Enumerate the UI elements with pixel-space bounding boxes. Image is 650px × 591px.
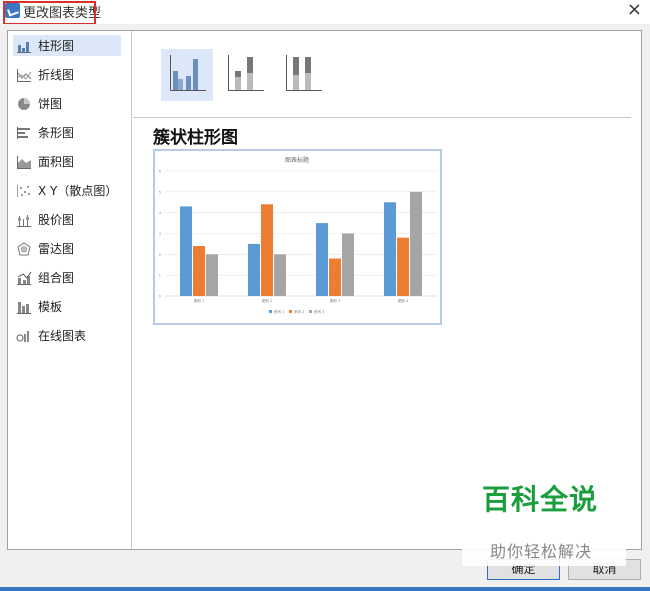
radar-chart-icon bbox=[17, 241, 31, 255]
preview-legend-swatch bbox=[269, 310, 272, 313]
watermark: 百科全说 助你轻松解决 bbox=[462, 476, 626, 566]
stacked-column-icon bbox=[228, 55, 264, 91]
sidebar-item-label: 面积图 bbox=[38, 155, 75, 169]
sidebar-item-label: 条形图 bbox=[38, 126, 75, 140]
preview-bar bbox=[342, 233, 354, 296]
line-chart-icon bbox=[17, 68, 32, 82]
sidebar-item-bar[interactable]: 条形图 bbox=[13, 122, 121, 143]
bar-chart-icon bbox=[17, 126, 30, 139]
watermark-subtitle: 助你轻松解决 bbox=[490, 542, 593, 561]
chart-type-sidebar: 柱形图 折线图 饼图 条形图 面积图 X Y（散点图） 股价图 雷达图 组合图 … bbox=[8, 31, 132, 549]
stacked-column-option[interactable] bbox=[219, 49, 271, 101]
preview-y-tick: 5 bbox=[159, 190, 161, 194]
sidebar-item-scatter[interactable]: X Y（散点图） bbox=[13, 180, 121, 201]
preview-legend-label: 系列 3 bbox=[314, 309, 324, 314]
preview-chart: 图表标题 0 1 2 3 4 5 6 类别 1 类别 2 类别 3 类别 4 系列 1 系列 2 系列… bbox=[159, 156, 437, 314]
sidebar-item-radar[interactable]: 雷达图 bbox=[13, 238, 121, 259]
sidebar-item-label: X Y（散点图） bbox=[38, 184, 118, 198]
preview-chart-title: 图表标题 bbox=[285, 156, 309, 164]
combo-chart-icon bbox=[17, 271, 32, 285]
template-icon bbox=[17, 301, 31, 314]
sidebar-item-area[interactable]: 面积图 bbox=[13, 151, 121, 172]
percent-stacked-column-option[interactable] bbox=[277, 49, 329, 101]
sidebar-item-label: 股价图 bbox=[38, 213, 75, 227]
preview-y-tick: 6 bbox=[159, 170, 161, 174]
chart-detail-panel: 簇状柱形图 图表标题 0 1 2 3 4 5 6 类别 1 类别 2 类别 3 类别 4 系列 1… bbox=[133, 31, 641, 549]
clustered-column-icon bbox=[170, 55, 206, 91]
bottom-accent-line bbox=[0, 587, 650, 591]
title-highlight-box bbox=[3, 1, 96, 25]
preview-legend-swatch bbox=[289, 310, 292, 313]
stock-chart-icon bbox=[17, 214, 31, 227]
sidebar-item-combo[interactable]: 组合图 bbox=[13, 267, 121, 288]
title-bar: 更改图表类型 × bbox=[0, 0, 650, 25]
column-chart-icon bbox=[17, 41, 31, 53]
preview-bar bbox=[180, 206, 192, 296]
sidebar-item-label: 组合图 bbox=[38, 271, 75, 285]
clustered-column-option[interactable] bbox=[161, 49, 213, 101]
chart-type-heading: 簇状柱形图 bbox=[153, 128, 238, 148]
content-frame: 柱形图 折线图 饼图 条形图 面积图 X Y（散点图） 股价图 雷达图 组合图 … bbox=[7, 30, 642, 550]
area-chart-icon bbox=[17, 155, 31, 169]
preview-category-label: 类别 3 bbox=[330, 298, 340, 303]
preview-bar bbox=[329, 258, 341, 296]
sidebar-item-template[interactable]: 模板 bbox=[13, 296, 121, 317]
preview-bar bbox=[397, 237, 409, 296]
sidebar-item-label: 饼图 bbox=[38, 97, 63, 111]
preview-bar bbox=[274, 254, 286, 296]
preview-category-label: 类别 2 bbox=[262, 298, 272, 303]
preview-category-label: 类别 4 bbox=[398, 298, 409, 303]
preview-bar bbox=[410, 191, 422, 296]
scatter-chart-icon bbox=[17, 184, 30, 197]
preview-y-tick: 4 bbox=[159, 211, 162, 215]
pie-chart-icon bbox=[18, 97, 30, 110]
preview-y-tick: 2 bbox=[159, 253, 161, 257]
percent-stacked-column-icon bbox=[286, 55, 322, 91]
chart-preview[interactable]: 图表标题 0 1 2 3 4 5 6 类别 1 类别 2 类别 3 类别 4 系列 1 系列 2 系列… bbox=[153, 149, 442, 325]
sidebar-item-pie[interactable]: 饼图 bbox=[13, 93, 121, 114]
sidebar-item-line[interactable]: 折线图 bbox=[13, 64, 121, 85]
watermark-title: 百科全说 bbox=[482, 483, 599, 516]
preview-bar bbox=[316, 223, 328, 296]
preview-bar bbox=[248, 243, 260, 296]
preview-bar bbox=[206, 254, 218, 296]
sidebar-item-column[interactable]: 柱形图 bbox=[13, 35, 121, 56]
sidebar-item-label: 在线图表 bbox=[38, 329, 87, 343]
sidebar-item-online[interactable]: 在线图表 bbox=[13, 325, 121, 346]
preview-bar bbox=[261, 204, 273, 296]
preview-y-tick: 1 bbox=[159, 274, 161, 278]
preview-y-tick: 0 bbox=[159, 295, 161, 299]
sidebar-item-label: 柱形图 bbox=[38, 39, 75, 53]
preview-legend-swatch bbox=[309, 310, 312, 313]
sidebar-item-label: 模板 bbox=[38, 300, 63, 314]
preview-y-tick: 3 bbox=[159, 232, 161, 236]
preview-bar bbox=[193, 246, 205, 296]
sidebar-item-label: 雷达图 bbox=[38, 242, 75, 256]
preview-category-label: 类别 1 bbox=[194, 298, 204, 303]
divider bbox=[133, 117, 631, 118]
preview-legend-label: 系列 2 bbox=[294, 309, 304, 314]
preview-bar bbox=[384, 202, 396, 296]
sidebar-item-label: 折线图 bbox=[38, 68, 75, 82]
close-button[interactable]: × bbox=[627, 0, 642, 20]
sidebar-item-stock[interactable]: 股价图 bbox=[13, 209, 121, 230]
preview-legend-label: 系列 1 bbox=[274, 309, 284, 314]
online-chart-icon bbox=[16, 330, 29, 342]
